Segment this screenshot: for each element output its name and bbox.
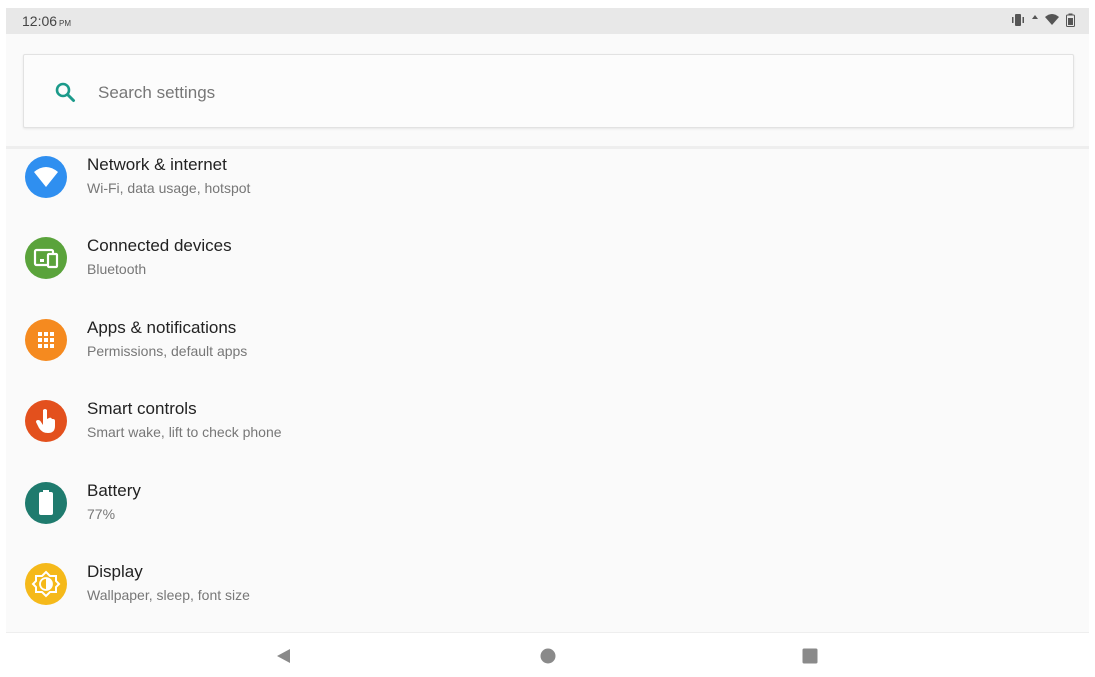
settings-item-apps-notifications[interactable]: Apps & notifications Permissions, defaul… [6, 311, 1089, 391]
recents-button[interactable] [797, 643, 823, 669]
status-time-ampm: PM [59, 19, 72, 28]
settings-item-title: Apps & notifications [87, 318, 237, 337]
settings-item-network[interactable]: Network & internet Wi-Fi, data usage, ho… [6, 148, 1089, 228]
search-icon [54, 81, 76, 103]
battery-icon [25, 482, 67, 524]
recents-icon [802, 648, 818, 664]
back-button[interactable] [271, 643, 297, 669]
search-input[interactable] [96, 79, 1000, 107]
settings-item-subtitle: Wi-Fi, data usage, hotspot [87, 180, 251, 196]
wifi-icon [25, 156, 67, 198]
settings-item-subtitle: Smart wake, lift to check phone [87, 424, 282, 440]
search-area [6, 34, 1089, 149]
hand-icon [25, 400, 67, 442]
settings-item-title: Connected devices [87, 236, 232, 255]
status-icons [1010, 13, 1075, 32]
data-arrow-icon [1032, 13, 1038, 32]
brightness-icon [25, 563, 67, 605]
settings-item-subtitle: Permissions, default apps [87, 343, 248, 359]
status-time-value: 12:06 [22, 13, 58, 29]
settings-item-smart-controls[interactable]: Smart controls Smart wake, lift to check… [6, 392, 1089, 472]
settings-item-connected-devices[interactable]: Connected devices Bluetooth [6, 229, 1089, 309]
settings-item-subtitle: Wallpaper, sleep, font size [87, 587, 250, 603]
home-icon [540, 648, 556, 664]
settings-item-subtitle: 77% [87, 506, 116, 522]
settings-item-battery[interactable]: Battery 77% [6, 474, 1089, 554]
settings-item-title: Battery [87, 481, 141, 500]
settings-screen: 12:06 PM Search settings Network & inter… [6, 8, 1089, 677]
search-box[interactable] [23, 54, 1074, 128]
status-bar: 12:06 PM [6, 8, 1089, 34]
settings-item-subtitle: Bluetooth [87, 261, 147, 277]
settings-item-title: Network & internet [87, 155, 227, 174]
wifi-signal-icon [1044, 13, 1060, 32]
settings-item-display[interactable]: Display Wallpaper, sleep, font size [6, 555, 1089, 635]
apps-icon [25, 319, 67, 361]
battery-status-icon [1066, 13, 1075, 32]
navigation-bar [6, 632, 1089, 677]
vibrate-icon [1010, 13, 1026, 32]
devices-icon [25, 237, 67, 279]
back-icon [277, 649, 290, 663]
status-time: 12:06 PM [22, 13, 71, 29]
settings-item-title: Display [87, 562, 143, 581]
settings-item-title: Smart controls [87, 399, 197, 418]
home-button[interactable] [535, 643, 561, 669]
